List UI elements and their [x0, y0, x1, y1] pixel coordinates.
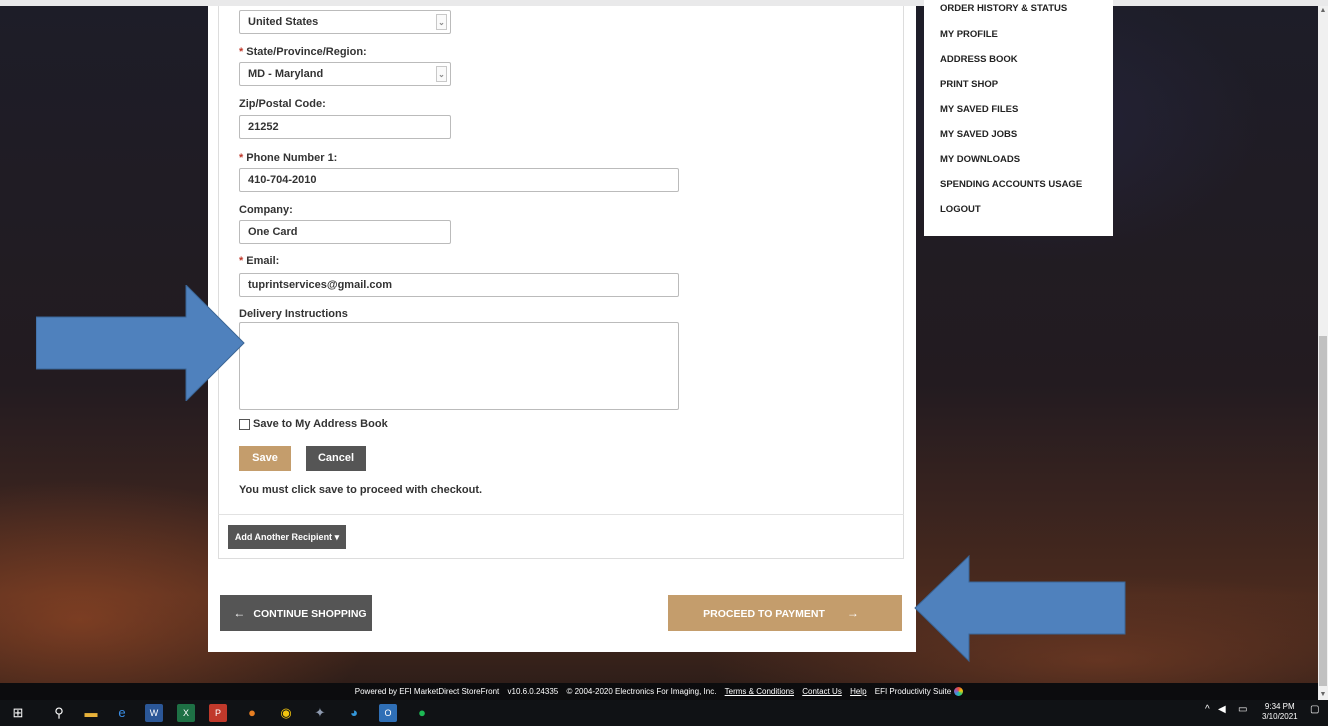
- save-address-label: Save to My Address Book: [253, 418, 388, 430]
- country-select[interactable]: United States ⌄: [239, 10, 451, 34]
- menu-item-logout[interactable]: LOGOUT: [940, 204, 981, 215]
- scroll-down-icon[interactable]: ▼: [1319, 690, 1327, 700]
- continue-shopping-button[interactable]: ← CONTINUE SHOPPING: [220, 595, 372, 631]
- search-icon[interactable]: ⚲: [50, 704, 68, 722]
- annotation-arrow-left: [914, 555, 1126, 663]
- footer-powered: Powered by EFI MarketDirect StoreFront: [354, 687, 500, 696]
- clock-date: 3/10/2021: [1262, 712, 1298, 721]
- footer-contact-link[interactable]: Contact Us: [802, 687, 842, 696]
- footer-suite: EFI Productivity Suite: [874, 687, 952, 696]
- company-label: Company:: [239, 204, 293, 216]
- outlook-icon[interactable]: O: [379, 704, 397, 722]
- proceed-to-payment-button[interactable]: PROCEED TO PAYMENT →: [668, 595, 902, 631]
- state-select[interactable]: MD - Maryland ⌄: [239, 62, 451, 86]
- internet-explorer-icon[interactable]: e: [113, 704, 131, 722]
- annotation-arrow-right: [36, 285, 245, 401]
- page-scrollbar[interactable]: ▲ ▼: [1318, 6, 1328, 700]
- tray-chevron-up-icon[interactable]: ^: [1205, 704, 1210, 715]
- clock-time: 9:34 PM: [1264, 702, 1295, 711]
- scroll-up-icon[interactable]: ▲: [1319, 6, 1327, 16]
- app-icon[interactable]: ✦: [311, 704, 329, 722]
- shipping-form: United States ⌄ * State/Province/Region: …: [218, 6, 904, 559]
- save-button[interactable]: Save: [239, 446, 291, 471]
- required-mark: *: [239, 152, 244, 164]
- phone-field[interactable]: 410-704-2010: [239, 168, 679, 192]
- firefox-icon[interactable]: ●: [243, 704, 261, 722]
- country-select-value: United States: [248, 16, 319, 28]
- required-mark: *: [239, 255, 244, 267]
- scrollbar-thumb[interactable]: [1319, 336, 1327, 686]
- spotify-icon[interactable]: ●: [413, 704, 431, 722]
- company-field[interactable]: One Card: [239, 220, 451, 244]
- save-address-row[interactable]: Save to My Address Book: [239, 418, 388, 430]
- menu-item-downloads[interactable]: MY DOWNLOADS: [940, 154, 1020, 165]
- efi-logo-icon: [954, 687, 964, 697]
- menu-item-saved-files[interactable]: MY SAVED FILES: [940, 104, 1018, 115]
- file-explorer-icon[interactable]: ▬: [82, 704, 100, 722]
- menu-item-address-book[interactable]: ADDRESS BOOK: [940, 54, 1018, 65]
- word-icon[interactable]: W: [145, 704, 163, 722]
- state-label: * State/Province/Region:: [239, 46, 367, 58]
- menu-item-order-history[interactable]: ORDER HISTORY & STATUS: [940, 3, 1067, 14]
- notifications-icon[interactable]: ▢: [1310, 704, 1319, 715]
- chrome-icon[interactable]: ◉: [277, 704, 295, 722]
- state-select-value: MD - Maryland: [248, 68, 324, 80]
- windows-start-icon[interactable]: ⊞: [9, 704, 27, 722]
- checkout-panel: United States ⌄ * State/Province/Region: …: [208, 6, 916, 652]
- network-icon[interactable]: ▭: [1238, 704, 1247, 715]
- system-clock[interactable]: 9:34 PM 3/10/2021: [1262, 702, 1298, 722]
- menu-item-saved-jobs[interactable]: MY SAVED JOBS: [940, 129, 1017, 140]
- footer-copyright: © 2004-2020 Electronics For Imaging, Inc…: [566, 687, 717, 696]
- delivery-instructions-field[interactable]: [239, 322, 679, 410]
- chevron-down-icon: ⌄: [436, 14, 447, 30]
- phone-label: * Phone Number 1:: [239, 152, 338, 164]
- delivery-label: Delivery Instructions: [239, 308, 348, 320]
- email-field[interactable]: tuprintservices@gmail.com: [239, 273, 679, 297]
- zip-field[interactable]: 21252: [239, 115, 451, 139]
- save-address-checkbox[interactable]: [239, 418, 250, 430]
- windows-taskbar: ⊞ ⚲ ▬ e W X P ● ◉ ✦ ◕ O ● ^ ◀ ▭ 9:34 PM …: [0, 700, 1328, 726]
- arrow-right-icon: →: [846, 606, 859, 620]
- caret-down-icon: ▾: [334, 532, 340, 542]
- chevron-down-icon: ⌄: [436, 66, 447, 82]
- volume-icon[interactable]: ◀: [1218, 704, 1226, 715]
- app-icon[interactable]: ◕: [345, 704, 363, 722]
- divider: [218, 514, 904, 515]
- footer-terms-link[interactable]: Terms & Conditions: [725, 687, 794, 696]
- footer-help-link[interactable]: Help: [850, 687, 866, 696]
- menu-item-my-profile[interactable]: MY PROFILE: [940, 29, 998, 40]
- powerpoint-icon[interactable]: P: [209, 704, 227, 722]
- arrow-left-icon: ←: [233, 606, 246, 620]
- menu-item-print-shop[interactable]: PRINT SHOP: [940, 79, 998, 90]
- account-menu: ORDER HISTORY & STATUS MY PROFILE ADDRES…: [924, 0, 1113, 236]
- add-recipient-button[interactable]: Add Another Recipient ▾: [228, 525, 346, 549]
- footer-version: v10.6.0.24335: [507, 687, 559, 696]
- excel-icon[interactable]: X: [177, 704, 195, 722]
- cancel-button[interactable]: Cancel: [306, 446, 366, 471]
- site-footer: Powered by EFI MarketDirect StoreFront v…: [0, 683, 1318, 700]
- save-note: You must click save to proceed with chec…: [239, 484, 483, 496]
- zip-label: Zip/Postal Code:: [239, 98, 326, 110]
- menu-item-spending-accounts[interactable]: SPENDING ACCOUNTS USAGE: [940, 179, 1082, 190]
- email-label: * Email:: [239, 255, 280, 267]
- required-mark: *: [239, 46, 244, 58]
